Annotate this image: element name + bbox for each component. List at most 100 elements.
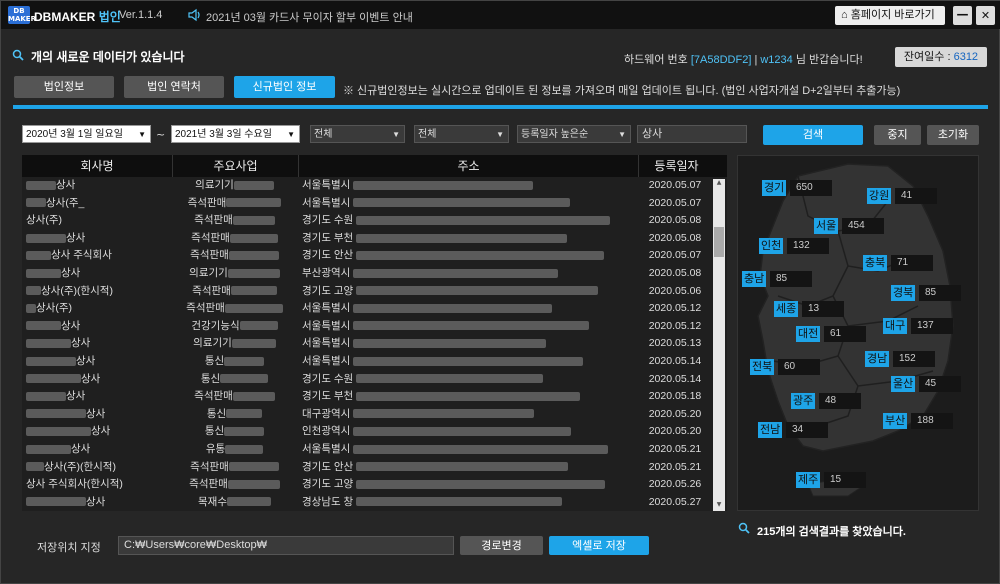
redacted-block	[224, 427, 265, 437]
table-row[interactable]: 상사 즉석판매 경기도 부천 2020.05.08	[22, 230, 714, 248]
tab-new-corp-info[interactable]: 신규법인 정보	[234, 76, 335, 98]
table-row[interactable]: 상사 주식회사(한시적) 즉석판매 경기도 고양 2020.05.26	[22, 476, 714, 494]
map-region-6-label[interactable]: 경북	[891, 285, 916, 301]
minimize-button[interactable]: —	[953, 6, 972, 25]
app-name-text: DBMAKER	[34, 10, 96, 24]
region1-select[interactable]: 전체 ▼	[310, 125, 405, 143]
close-button[interactable]: ✕	[976, 6, 995, 25]
redacted-block	[26, 391, 66, 401]
map-region-14-count: 188	[911, 413, 953, 429]
cell-address: 경기도 수원	[302, 371, 637, 388]
table-row[interactable]: 상사 통신 경기도 수원 2020.05.14	[22, 371, 714, 389]
search-button[interactable]: 검색	[763, 125, 863, 145]
save-path-input[interactable]: C:₩Users₩core₩Desktop₩	[118, 536, 454, 555]
redacted-block	[353, 427, 572, 437]
cell-company-text: 상사	[86, 407, 106, 420]
redacted-block	[26, 444, 71, 454]
cell-company: 상사	[26, 353, 171, 370]
region2-select[interactable]: 전체 ▼	[414, 125, 509, 143]
map-region-9-label[interactable]: 대전	[796, 326, 821, 342]
scroll-down-icon[interactable]: ▼	[714, 501, 724, 509]
user-id: w1234	[760, 54, 793, 66]
remaining-days-label: 잔여일수 :	[903, 51, 951, 63]
cell-address: 인천광역시	[302, 423, 637, 440]
search-icon	[12, 49, 24, 64]
map-region-3-label[interactable]: 인천	[759, 238, 784, 254]
redacted-block	[26, 286, 41, 296]
cell-date: 2020.05.07	[648, 179, 702, 191]
map-region-13-label[interactable]: 광주	[791, 393, 816, 409]
redacted-block	[356, 233, 568, 243]
sort-select[interactable]: 등록일자 높은순 ▼	[517, 125, 631, 143]
table-row[interactable]: 상사(주_ 즉석판매 서울특별시 2020.05.07	[22, 195, 714, 213]
cell-date: 2020.05.08	[648, 214, 702, 227]
table-row[interactable]: 상사(주) 즉석판매 경기도 수원 2020.05.08	[22, 212, 714, 230]
stop-button[interactable]: 중지	[874, 125, 921, 145]
cell-company: 상사(주)(한시적)	[26, 459, 171, 476]
cell-address: 경기도 안산	[302, 459, 637, 476]
cell-business-text: 통신	[206, 407, 227, 420]
map-region-1-label[interactable]: 강원	[867, 188, 892, 204]
map-region-0-label[interactable]: 경기	[762, 180, 787, 196]
cell-date: 2020.05.27	[648, 495, 702, 508]
scroll-up-icon[interactable]: ▲	[714, 179, 724, 187]
redacted-block	[26, 198, 46, 208]
notice-link[interactable]: 2021년 03월 카드사 무이자 할부 이벤트 안내	[206, 9, 413, 25]
table-row[interactable]: 상사 목재수 경상남도 창 2020.05.27	[22, 494, 714, 511]
cell-address-text: 대구광역시	[302, 407, 351, 420]
table-row[interactable]: 상사 의료기기 서울특별시 2020.05.13	[22, 335, 714, 353]
reset-button[interactable]: 초기화	[927, 125, 979, 145]
map-region-8-label[interactable]: 대구	[883, 318, 908, 334]
table-row[interactable]: 상사(주)(한시적) 즉석판매 경기도 고양 2020.05.06	[22, 283, 714, 301]
map-region-2-label[interactable]: 서울	[814, 218, 839, 234]
map-region-12-label[interactable]: 울산	[891, 376, 916, 392]
map-region-7-label[interactable]: 세종	[774, 301, 799, 317]
cell-company-text: 상사	[71, 337, 91, 350]
map-region-1-count: 41	[895, 188, 937, 204]
header-business[interactable]: 주요사업	[172, 155, 298, 177]
table-row[interactable]: 상사 의료기기 서울특별시 2020.05.07	[22, 177, 714, 195]
keyword-input[interactable]: 상사	[637, 125, 747, 143]
header-company[interactable]: 회사명	[22, 155, 172, 177]
cell-business: 의료기기	[172, 177, 297, 194]
app-name: DBMAKER 법인	[34, 8, 121, 25]
cell-address: 서울특별시	[302, 195, 637, 212]
table-row[interactable]: 상사 주식회사 즉석판매 경기도 안산 2020.05.07	[22, 247, 714, 265]
table-row[interactable]: 상사 즉석판매 경기도 부천 2020.05.18	[22, 388, 714, 406]
cell-address-text: 경기도 고양	[302, 284, 354, 297]
table-row[interactable]: 상사 통신 인천광역시 2020.05.20	[22, 423, 714, 441]
homepage-button[interactable]: ⌂ 홈페이지 바로가기	[835, 6, 945, 25]
save-excel-button[interactable]: 엑셀로 저장	[549, 536, 649, 555]
date-from-picker[interactable]: 2020년 3월 1일 일요일 ▼	[22, 125, 151, 143]
header-address[interactable]: 주소	[298, 155, 638, 177]
change-path-button[interactable]: 경로변경	[460, 536, 543, 555]
table-row[interactable]: 상사(주)(한시적) 즉석판매 경기도 안산 2020.05.21	[22, 459, 714, 477]
map-region-14-label[interactable]: 부산	[883, 413, 908, 429]
map-region-11-label[interactable]: 전북	[750, 359, 775, 375]
map-region-5-label[interactable]: 충남	[742, 271, 767, 287]
table-row[interactable]: 상사 건강기능식 서울특별시 2020.05.12	[22, 318, 714, 336]
scrollbar-thumb[interactable]	[714, 227, 724, 257]
header-date[interactable]: 등록일자	[638, 155, 714, 177]
map-region-7-count: 13	[802, 301, 844, 317]
map-region-10-label[interactable]: 경남	[865, 351, 890, 367]
tab-corp-contact[interactable]: 법인 연락처	[124, 76, 224, 98]
redacted-block	[356, 462, 569, 472]
redacted-block	[356, 479, 606, 489]
tab-corp-info[interactable]: 법인정보	[14, 76, 114, 98]
table-row[interactable]: 상사 의료기기 부산광역시 2020.05.08	[22, 265, 714, 283]
cell-address-text: 서울특별시	[302, 179, 351, 191]
map-region-16-label[interactable]: 제주	[796, 472, 821, 488]
map-region-15-label[interactable]: 전남	[758, 422, 783, 438]
cell-address: 부산광역시	[302, 265, 637, 282]
map-region-4-label[interactable]: 충북	[863, 255, 888, 271]
cell-company: 상사	[26, 371, 171, 388]
cell-address: 경기도 고양	[302, 476, 637, 493]
table-row[interactable]: 상사 통신 대구광역시 2020.05.20	[22, 406, 714, 424]
cell-company-text: 상사(주)	[26, 214, 62, 227]
table-row[interactable]: 상사 유통 서울특별시 2020.05.21	[22, 441, 714, 459]
date-to-picker[interactable]: 2021년 3월 3일 수요일 ▼	[171, 125, 300, 143]
table-row[interactable]: 상사(주) 즉석판매 서울특별시 2020.05.12	[22, 300, 714, 318]
table-row[interactable]: 상사 통신 서울특별시 2020.05.14	[22, 353, 714, 371]
cell-company-text: 상사	[91, 425, 111, 438]
